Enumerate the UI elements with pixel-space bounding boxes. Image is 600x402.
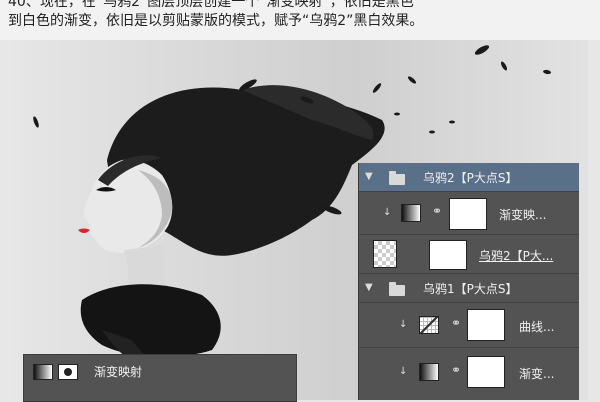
link-chain-icon[interactable]: ⚭ (451, 316, 461, 330)
caption-line-2: 到白色的渐变，依旧是以剪贴蒙版的模式，赋予“乌鸦2”黑白效果。 (8, 13, 424, 29)
layer-crow2[interactable]: 乌鸦2【P大... (359, 235, 579, 274)
layer-name: 渐变映... (499, 208, 547, 222)
mask-icon[interactable] (58, 364, 78, 380)
layer-gradient-map-2[interactable]: ↓ ⚭ 渐变... (359, 348, 579, 400)
layer-group-name: 乌鸦2【P大点S】 (423, 171, 518, 185)
properties-panel: 渐变映射 (23, 354, 297, 402)
clip-arrow-icon: ↓ (399, 366, 408, 377)
group-expand-arrow-icon[interactable]: ▼ (365, 282, 379, 293)
layer-group-crow1[interactable]: ▼ 乌鸦1【P大点S】 (359, 274, 579, 303)
gradient-map-adjustment-icon[interactable] (33, 364, 53, 380)
gradient-map-adjustment-icon (419, 363, 439, 381)
folder-icon (389, 171, 405, 185)
link-chain-icon[interactable]: ⚭ (432, 204, 442, 218)
caption-line-1: 40、现在，在“乌鸦2”图层顶层创建一个“渐变映射”，依旧是黑色 (8, 0, 414, 10)
layer-name: 乌鸦2【P大... (479, 249, 554, 263)
gradient-map-adjustment-icon (401, 204, 421, 222)
curves-adjustment-icon (419, 316, 439, 334)
tutorial-caption: 40、现在，在“乌鸦2”图层顶层创建一个“渐变映射”，依旧是黑色 到白色的渐变，… (0, 0, 600, 40)
layer-curves[interactable]: ↓ ⚭ 曲线... (359, 303, 579, 348)
layer-name: 曲线... (519, 320, 555, 334)
layer-mask-thumbnail[interactable] (449, 198, 487, 230)
layer-group-name: 乌鸦1【P大点S】 (423, 282, 518, 296)
clip-arrow-icon: ↓ (399, 319, 408, 330)
layer-mask-thumbnail[interactable] (467, 356, 505, 388)
folder-icon (389, 282, 405, 296)
layer-thumbnail[interactable] (373, 240, 397, 268)
clip-arrow-icon: ↓ (383, 207, 392, 218)
layer-name: 渐变... (519, 367, 555, 381)
layer-mask-thumbnail[interactable] (429, 240, 467, 270)
properties-title: 渐变映射 (94, 365, 143, 379)
link-chain-icon[interactable]: ⚭ (451, 363, 461, 377)
group-expand-arrow-icon[interactable]: ▼ (365, 171, 379, 182)
layers-panel: ▼ 乌鸦2【P大点S】 ↓ ⚭ 渐变映... 乌鸦2【P大... ▼ 乌鸦1【P… (358, 163, 579, 400)
layer-group-crow2[interactable]: ▼ 乌鸦2【P大点S】 (359, 163, 579, 192)
layer-mask-thumbnail[interactable] (467, 309, 505, 341)
layer-gradient-map[interactable]: ↓ ⚭ 渐变映... (359, 192, 579, 235)
